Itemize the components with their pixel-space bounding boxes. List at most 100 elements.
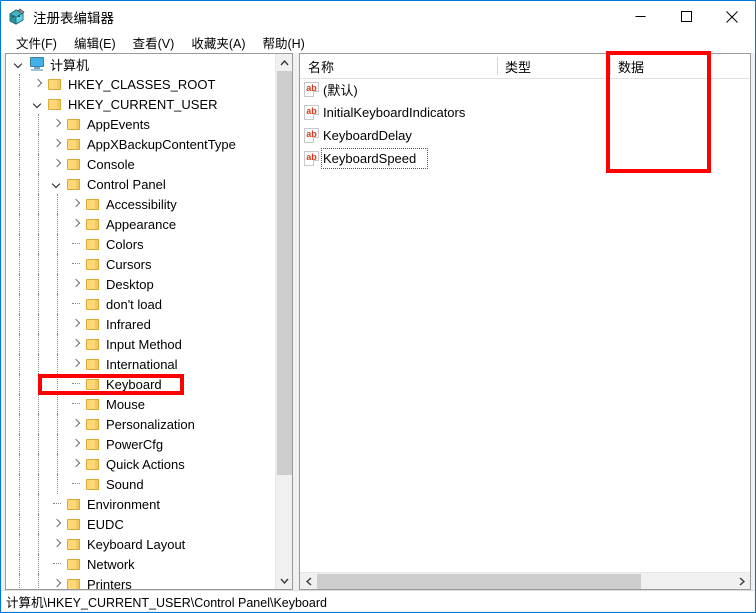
- tree-item-appearance[interactable]: Appearance: [6, 214, 275, 234]
- tree-guide-line: [19, 274, 20, 294]
- tree-item-label: Console: [87, 156, 135, 172]
- tree-item-label: 计算机: [50, 57, 90, 73]
- folder-icon: [67, 538, 82, 551]
- column-header-type[interactable]: 类型: [497, 54, 610, 78]
- scroll-right-button[interactable]: [733, 573, 750, 590]
- chevron-right-icon[interactable]: [67, 434, 86, 454]
- tree-guide-line: [38, 574, 39, 589]
- chevron-right-icon[interactable]: [48, 574, 67, 589]
- column-header-name[interactable]: 名称: [300, 54, 497, 78]
- tree-guide-line: [19, 114, 20, 134]
- chevron-right-icon[interactable]: [67, 354, 86, 374]
- tree-item-label: Desktop: [106, 276, 154, 292]
- tree-item-hkey-classes-root[interactable]: HKEY_CLASSES_ROOT: [6, 74, 275, 94]
- chevron-right-icon[interactable]: [29, 74, 48, 94]
- chevron-right-icon[interactable]: [48, 134, 67, 154]
- chevron-right-icon[interactable]: [67, 334, 86, 354]
- tree-leaf-connector: [48, 494, 67, 514]
- column-header-data[interactable]: 数据: [610, 54, 751, 78]
- chevron-right-icon[interactable]: [67, 194, 86, 214]
- folder-icon: [86, 238, 101, 251]
- folder-icon: [86, 258, 101, 271]
- tree-guide-line: [57, 274, 58, 294]
- tree-item-eudc[interactable]: EUDC: [6, 514, 275, 534]
- tree-item-keyboard[interactable]: Keyboard: [6, 374, 275, 394]
- registry-tree[interactable]: 计算机 HKEY_CLASSES_ROOT HKEY_CURRENT_USER App…: [6, 54, 275, 589]
- tree-item-printers[interactable]: Printers: [6, 574, 275, 589]
- menu-item-favorites[interactable]: 收藏夹(A): [183, 31, 254, 54]
- maximize-button[interactable]: [663, 1, 709, 32]
- tree-item-environment[interactable]: Environment: [6, 494, 275, 514]
- scroll-thumb[interactable]: [317, 574, 641, 589]
- menu-item-view[interactable]: 查看(V): [125, 31, 184, 54]
- scroll-thumb[interactable]: [277, 71, 292, 475]
- tree-item-sound[interactable]: Sound: [6, 474, 275, 494]
- column-divider[interactable]: [497, 57, 498, 75]
- tree-guide-line: [19, 214, 20, 234]
- tree-item-network[interactable]: Network: [6, 554, 275, 574]
- chevron-right-icon[interactable]: [67, 414, 86, 434]
- registry-values-pane: 名称类型数据 ab(默认)REG_SZ(数值未设置)abInitialKeybo…: [299, 53, 751, 590]
- menu-item-edit[interactable]: 编辑(E): [66, 31, 125, 54]
- tree-item-hkey-current-user[interactable]: HKEY_CURRENT_USER: [6, 94, 275, 114]
- value-row[interactable]: abKeyboardDelayREG_SZ0: [300, 124, 750, 147]
- menu-item-file[interactable]: 文件(F): [8, 31, 66, 54]
- chevron-right-icon[interactable]: [48, 514, 67, 534]
- chevron-down-icon[interactable]: [29, 94, 48, 114]
- tree-guide-line: [57, 374, 58, 394]
- tree-item-colors[interactable]: Colors: [6, 234, 275, 254]
- chevron-right-icon[interactable]: [67, 214, 86, 234]
- tree-item-quick-actions[interactable]: Quick Actions: [6, 454, 275, 474]
- tree-guide-line: [19, 494, 20, 514]
- tree-item-don-t-load[interactable]: don't load: [6, 294, 275, 314]
- tree-guide-line: [38, 294, 39, 314]
- tree-item-desktop[interactable]: Desktop: [6, 274, 275, 294]
- tree-guide-line: [38, 154, 39, 174]
- chevron-down-icon[interactable]: [48, 174, 67, 194]
- chevron-right-icon[interactable]: [48, 114, 67, 134]
- tree-item-mouse[interactable]: Mouse: [6, 394, 275, 414]
- column-divider[interactable]: [610, 57, 611, 75]
- value-row[interactable]: abKeyboardSpeedREG_SZ48: [300, 147, 750, 170]
- tree-item-control-panel[interactable]: Control Panel: [6, 174, 275, 194]
- tree-item-cursors[interactable]: Cursors: [6, 254, 275, 274]
- tree-guide-line: [19, 294, 20, 314]
- tree-item-console[interactable]: Console: [6, 154, 275, 174]
- tree-guide-line: [19, 74, 20, 94]
- values-list[interactable]: ab(默认)REG_SZ(数值未设置)abInitialKeyboardIndi…: [300, 78, 750, 572]
- tree-guide-line: [19, 434, 20, 454]
- values-horizontal-scrollbar[interactable]: [300, 572, 750, 589]
- tree-guide-line: [19, 534, 20, 554]
- menu-item-help[interactable]: 帮助(H): [254, 31, 313, 54]
- tree-item-keyboard-layout[interactable]: Keyboard Layout: [6, 534, 275, 554]
- scroll-left-button[interactable]: [300, 573, 317, 590]
- folder-icon: [86, 278, 101, 291]
- tree-leaf-connector: [67, 254, 86, 274]
- tree-vertical-scrollbar[interactable]: [275, 54, 292, 589]
- scroll-up-button[interactable]: [276, 54, 293, 71]
- tree-guide-line: [19, 454, 20, 474]
- folder-icon: [48, 78, 63, 91]
- tree-item-personalization[interactable]: Personalization: [6, 414, 275, 434]
- scroll-down-button[interactable]: [276, 572, 293, 589]
- tree-item-appevents[interactable]: AppEvents: [6, 114, 275, 134]
- folder-icon: [86, 358, 101, 371]
- value-row[interactable]: abInitialKeyboardIndicatorsREG_SZ2: [300, 101, 750, 124]
- tree-item-label: don't load: [106, 296, 162, 312]
- tree-item-powercfg[interactable]: PowerCfg: [6, 434, 275, 454]
- value-row[interactable]: ab(默认)REG_SZ(数值未设置): [300, 78, 750, 101]
- minimize-button[interactable]: [617, 1, 663, 32]
- chevron-right-icon[interactable]: [48, 154, 67, 174]
- tree-item-infrared[interactable]: Infrared: [6, 314, 275, 334]
- chevron-right-icon[interactable]: [67, 314, 86, 334]
- close-button[interactable]: [709, 1, 755, 32]
- tree-item-input-method[interactable]: Input Method: [6, 334, 275, 354]
- chevron-right-icon[interactable]: [67, 454, 86, 474]
- chevron-right-icon[interactable]: [48, 534, 67, 554]
- chevron-right-icon[interactable]: [67, 274, 86, 294]
- tree-item-[interactable]: 计算机: [6, 54, 275, 74]
- tree-item-appxbackupcontenttype[interactable]: AppXBackupContentType: [6, 134, 275, 154]
- tree-item-accessibility[interactable]: Accessibility: [6, 194, 275, 214]
- chevron-down-icon[interactable]: [10, 54, 29, 74]
- tree-item-international[interactable]: International: [6, 354, 275, 374]
